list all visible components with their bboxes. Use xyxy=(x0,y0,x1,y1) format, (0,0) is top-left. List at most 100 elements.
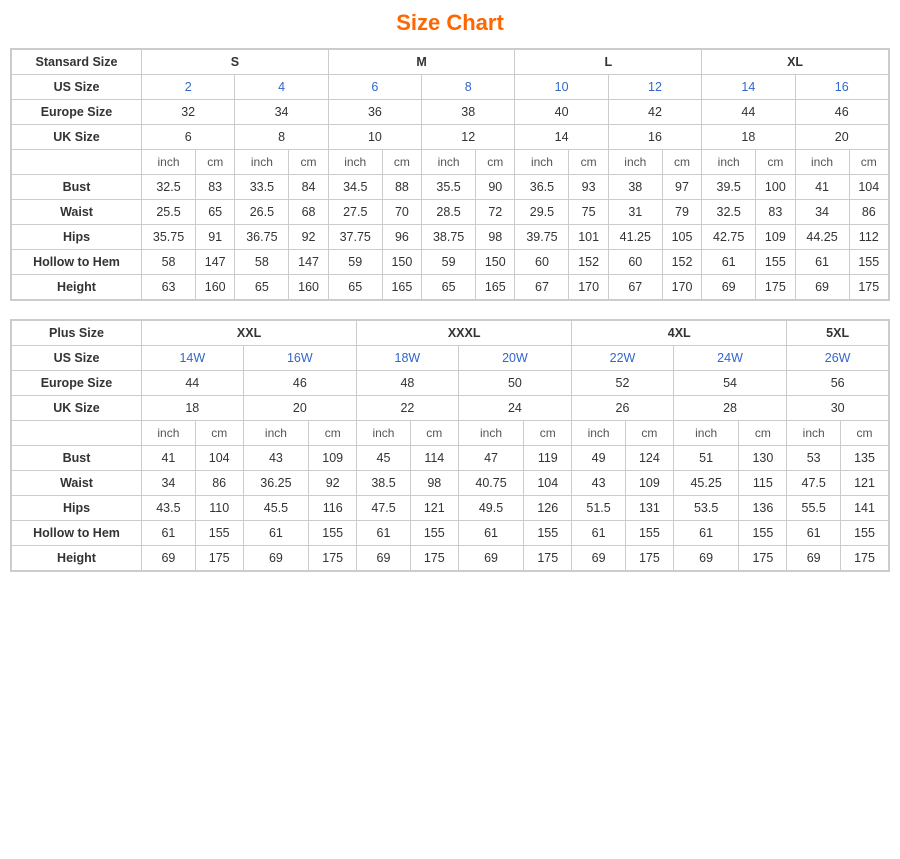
eu-size-38: 38 xyxy=(422,100,515,125)
std-hollow-1: 147 xyxy=(196,250,235,275)
plus-bust-9: 124 xyxy=(625,446,673,471)
std-cm-7: cm xyxy=(756,150,795,175)
std-height-2: 65 xyxy=(235,275,289,300)
plus-hips-7: 126 xyxy=(524,496,572,521)
plus-us-size-18w: 18W xyxy=(357,346,459,371)
plus-eu-size-44: 44 xyxy=(142,371,244,396)
plus-inch-5: inch xyxy=(572,421,626,446)
eu-size-40: 40 xyxy=(515,100,608,125)
plus-hollow-13: 155 xyxy=(841,521,889,546)
std-height-0: 63 xyxy=(142,275,196,300)
plus-hollow-10: 61 xyxy=(673,521,739,546)
std-hollow-12: 61 xyxy=(702,250,756,275)
plus-hips-label: Hips xyxy=(12,496,142,521)
eu-size-32: 32 xyxy=(142,100,235,125)
page-title: Size Chart xyxy=(10,10,890,36)
uk-size-10: 10 xyxy=(328,125,421,150)
std-hips-6: 38.75 xyxy=(422,225,476,250)
plus-uk-size-18: 18 xyxy=(142,396,244,421)
us-size-10: 10 xyxy=(515,75,608,100)
us-size-16: 16 xyxy=(795,75,888,100)
std-hips-11: 105 xyxy=(662,225,701,250)
plus-waist-6: 40.75 xyxy=(458,471,524,496)
std-empty-header xyxy=(12,150,142,175)
std-waist-11: 79 xyxy=(662,200,701,225)
plus-hollow-9: 155 xyxy=(625,521,673,546)
std-hips-8: 39.75 xyxy=(515,225,569,250)
plus-bust-0: 41 xyxy=(142,446,196,471)
std-hollow-5: 150 xyxy=(382,250,421,275)
plus-height-1: 175 xyxy=(195,546,243,571)
plus-height-12: 69 xyxy=(787,546,841,571)
std-waist-10: 31 xyxy=(608,200,662,225)
xxxl-group: XXXL xyxy=(357,321,572,346)
plus-height-7: 175 xyxy=(524,546,572,571)
std-height-12: 69 xyxy=(702,275,756,300)
std-hollow-4: 59 xyxy=(328,250,382,275)
std-height-10: 67 xyxy=(608,275,662,300)
plus-hips-12: 55.5 xyxy=(787,496,841,521)
plus-waist-12: 47.5 xyxy=(787,471,841,496)
plus-eu-size-label: Europe Size xyxy=(12,371,142,396)
plus-uk-size-30: 30 xyxy=(787,396,889,421)
plus-size-chart: Plus Size XXL XXXL 4XL 5XL US Size 14W 1… xyxy=(10,319,890,572)
plus-eu-size-48: 48 xyxy=(357,371,459,396)
std-bust-11: 97 xyxy=(662,175,701,200)
eu-size-label: Europe Size xyxy=(12,100,142,125)
std-height-1: 160 xyxy=(196,275,235,300)
plus-us-size-22w: 22W xyxy=(572,346,674,371)
std-waist-13: 83 xyxy=(756,200,795,225)
plus-bust-1: 104 xyxy=(195,446,243,471)
plus-hollow-8: 61 xyxy=(572,521,626,546)
std-bust-12: 39.5 xyxy=(702,175,756,200)
height-label: Height xyxy=(12,275,142,300)
uk-size-label: UK Size xyxy=(12,125,142,150)
std-bust-7: 90 xyxy=(476,175,515,200)
plus-hollow-7: 155 xyxy=(524,521,572,546)
std-bust-0: 32.5 xyxy=(142,175,196,200)
uk-size-6: 6 xyxy=(142,125,235,150)
plus-hips-5: 121 xyxy=(410,496,458,521)
plus-height-0: 69 xyxy=(142,546,196,571)
std-hollow-8: 60 xyxy=(515,250,569,275)
std-hollow-3: 147 xyxy=(289,250,328,275)
4xl-group: 4XL xyxy=(572,321,787,346)
eu-size-46: 46 xyxy=(795,100,888,125)
plus-height-10: 69 xyxy=(673,546,739,571)
std-inch-2: inch xyxy=(235,150,289,175)
std-bust-10: 38 xyxy=(608,175,662,200)
std-inch-4: inch xyxy=(422,150,476,175)
eu-size-42: 42 xyxy=(608,100,701,125)
std-bust-6: 35.5 xyxy=(422,175,476,200)
std-hips-3: 92 xyxy=(289,225,328,250)
plus-bust-7: 119 xyxy=(524,446,572,471)
us-size-12: 12 xyxy=(608,75,701,100)
eu-size-34: 34 xyxy=(235,100,328,125)
plus-eu-size-54: 54 xyxy=(673,371,787,396)
plus-cm-5: cm xyxy=(625,421,673,446)
l-group: L xyxy=(515,50,702,75)
plus-inch-7: inch xyxy=(787,421,841,446)
plus-inch-6: inch xyxy=(673,421,739,446)
std-hollow-0: 58 xyxy=(142,250,196,275)
s-group: S xyxy=(142,50,329,75)
plus-bust-11: 130 xyxy=(739,446,787,471)
us-size-label: US Size xyxy=(12,75,142,100)
std-hollow-9: 152 xyxy=(569,250,608,275)
uk-size-16: 16 xyxy=(608,125,701,150)
plus-bust-8: 49 xyxy=(572,446,626,471)
std-bust-3: 84 xyxy=(289,175,328,200)
std-waist-14: 34 xyxy=(795,200,849,225)
plus-waist-10: 45.25 xyxy=(673,471,739,496)
plus-cm-4: cm xyxy=(524,421,572,446)
standard-section-label: Stansard Size xyxy=(12,50,142,75)
std-waist-9: 75 xyxy=(569,200,608,225)
std-bust-5: 88 xyxy=(382,175,421,200)
plus-bust-label: Bust xyxy=(12,446,142,471)
plus-bust-4: 45 xyxy=(357,446,411,471)
plus-uk-size-22: 22 xyxy=(357,396,459,421)
plus-height-6: 69 xyxy=(458,546,524,571)
std-height-14: 69 xyxy=(795,275,849,300)
plus-bust-2: 43 xyxy=(243,446,309,471)
std-hollow-2: 58 xyxy=(235,250,289,275)
